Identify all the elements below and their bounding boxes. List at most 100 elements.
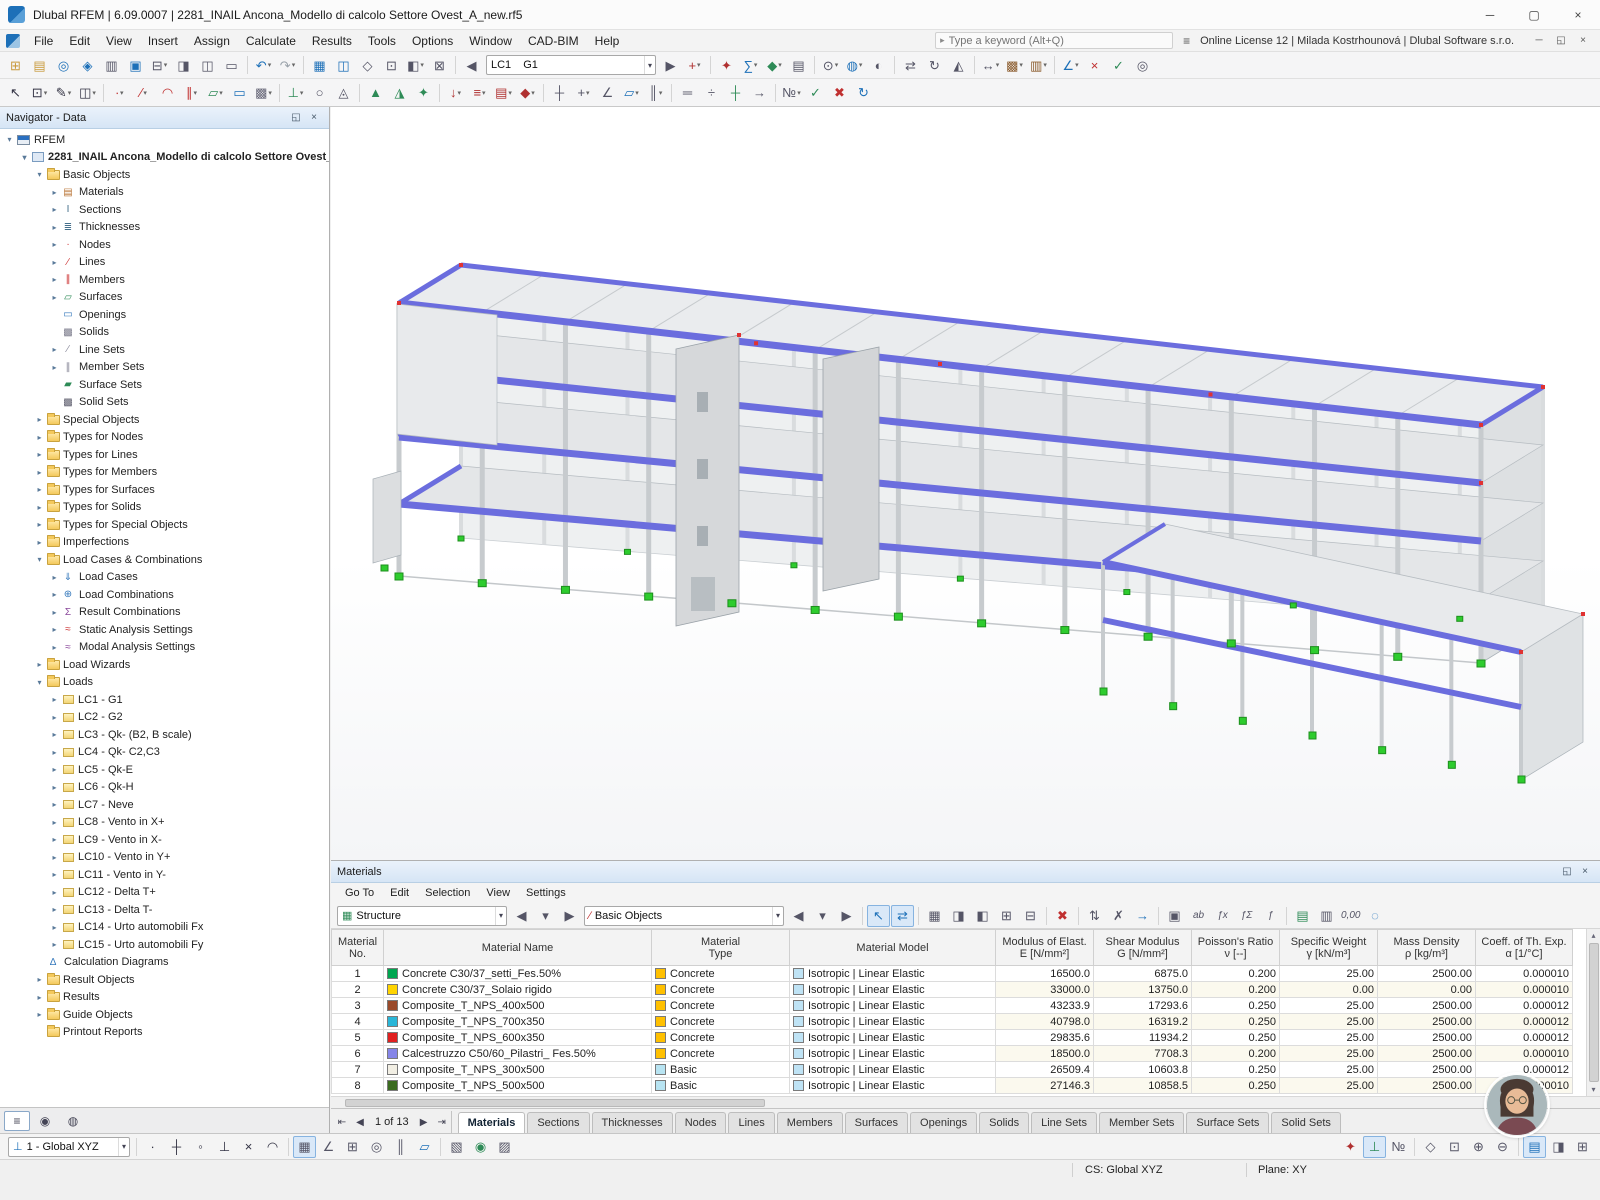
cell-material-type[interactable]: Concrete xyxy=(652,1030,790,1046)
expand-icon[interactable]: ▸ xyxy=(34,433,45,442)
tree-item-2281-inail-ancona-modello-di-calcolo-settore-ovest[interactable]: ▾2281_INAIL Ancona_Modello di calcolo Se… xyxy=(0,149,329,167)
snap-grid-toggle-button[interactable]: ┼ xyxy=(165,1136,188,1158)
cell-material-name[interactable]: Concrete C30/37_Solaio rigido xyxy=(384,982,652,998)
cell-thermal-exp[interactable]: 0.000012 xyxy=(1476,1030,1573,1046)
mdi-close-button[interactable]: × xyxy=(1572,31,1594,51)
menu-view[interactable]: View xyxy=(98,30,140,52)
navigator-data-tab[interactable]: ≡ xyxy=(4,1111,30,1131)
new-surface-load-button[interactable]: ▤▾ xyxy=(492,82,515,104)
import-table-button[interactable]: ◧ xyxy=(971,905,994,927)
mirror-button[interactable]: ◭ xyxy=(947,54,970,76)
next-page-button[interactable]: ▶ xyxy=(415,1112,433,1132)
cell-material-type[interactable]: Concrete xyxy=(652,998,790,1014)
tree-item-surface-sets[interactable]: ▰Surface Sets xyxy=(0,376,329,394)
polar-toggle-button[interactable]: ◎ xyxy=(365,1136,388,1158)
expand-icon[interactable]: ▸ xyxy=(49,730,60,739)
view-cube-button[interactable]: ◇ xyxy=(1419,1136,1442,1158)
tree-item-thicknesses[interactable]: ▸≣Thicknesses xyxy=(0,219,329,237)
prev-load-case-button[interactable]: ◀ xyxy=(460,54,483,76)
next-category-button[interactable]: ▶ xyxy=(835,905,858,927)
expand-icon[interactable]: ▸ xyxy=(49,188,60,197)
mdi-restore-button[interactable]: ◱ xyxy=(1550,31,1572,51)
cell-thermal-exp[interactable]: 0.000010 xyxy=(1476,966,1573,982)
zoom-fit-button[interactable]: ⊡ xyxy=(1443,1136,1466,1158)
table-horizontal-scrollbar[interactable] xyxy=(331,1096,1600,1108)
table-tab-members[interactable]: Members xyxy=(777,1112,843,1133)
tree-item-calculation-diagrams[interactable]: ∆Calculation Diagrams xyxy=(0,954,329,972)
expand-icon[interactable]: ▸ xyxy=(49,590,60,599)
tree-item-lc15-urto-automobili-fy[interactable]: ▸LC15 - Urto automobili Fy xyxy=(0,936,329,954)
load-case-combo[interactable]: LC1G1▾ xyxy=(486,55,656,75)
tree-item-types-for-special-objects[interactable]: ▸Types for Special Objects xyxy=(0,516,329,534)
table-list-button[interactable]: ▾ xyxy=(534,905,557,927)
hscroll-thumb[interactable] xyxy=(345,1099,765,1107)
formula-edit-button[interactable]: ƒ xyxy=(1259,905,1282,927)
new-free-load-button[interactable]: ◆▾ xyxy=(516,82,539,104)
expand-icon[interactable]: ▸ xyxy=(49,258,60,267)
cell-poisson[interactable]: 0.200 xyxy=(1192,966,1280,982)
expand-icon[interactable]: ▸ xyxy=(49,713,60,722)
collapse-icon[interactable]: ▾ xyxy=(19,153,30,162)
expand-icon[interactable]: ▸ xyxy=(49,275,60,284)
cell-modulus-e[interactable]: 27146.3 xyxy=(996,1078,1094,1094)
expand-icon[interactable]: ▸ xyxy=(49,205,60,214)
expand-icon[interactable]: ▸ xyxy=(49,223,60,232)
column-header-mass-density-kg-m[interactable]: Mass Densityρ [kg/m³] xyxy=(1378,930,1476,966)
table-tab-openings[interactable]: Openings xyxy=(910,1112,977,1133)
webservice-button[interactable]: ◈ xyxy=(76,54,99,76)
snap-node-button[interactable]: ∙ xyxy=(141,1136,164,1158)
cell-material-type[interactable]: Concrete xyxy=(652,1046,790,1062)
expand-icon[interactable]: ▸ xyxy=(34,450,45,459)
tree-item-load-cases[interactable]: ▸⇓Load Cases xyxy=(0,569,329,587)
divide-line-button[interactable]: ÷ xyxy=(700,82,723,104)
navigator-dock-button[interactable]: ◱ xyxy=(287,110,305,126)
print-button[interactable]: ⊟▾ xyxy=(148,54,171,76)
menu-file[interactable]: File xyxy=(26,30,61,52)
cell-shear-g[interactable]: 7708.3 xyxy=(1094,1046,1192,1062)
cell-specific-weight[interactable]: 25.00 xyxy=(1280,1014,1378,1030)
tree-item-lc4-qk-c2-c3[interactable]: ▸LC4 - Qk- C2,C3 xyxy=(0,744,329,762)
expand-icon[interactable]: ▸ xyxy=(49,643,60,652)
user-views-button[interactable]: ◐ xyxy=(867,54,890,76)
snap-grid-button[interactable]: ┼ xyxy=(548,82,571,104)
dimensions-button[interactable]: ↔▾ xyxy=(979,54,1002,76)
table-tab-thicknesses[interactable]: Thicknesses xyxy=(592,1112,673,1133)
export-button[interactable]: ◨ xyxy=(172,54,195,76)
collapse-icon[interactable]: ▾ xyxy=(34,678,45,687)
cell-mass-density[interactable]: 2500.00 xyxy=(1378,1062,1476,1078)
table-category-combo[interactable]: ∕Basic Objects▾ xyxy=(584,906,784,926)
cell-material-no[interactable]: 5 xyxy=(332,1030,384,1046)
cell-shear-g[interactable]: 10603.8 xyxy=(1094,1062,1192,1078)
export-table-button[interactable]: ◨ xyxy=(947,905,970,927)
expand-icon[interactable]: ▸ xyxy=(49,783,60,792)
cell-poisson[interactable]: 0.250 xyxy=(1192,1078,1280,1094)
materials-dock-button[interactable]: ◱ xyxy=(1558,864,1576,880)
next-load-case-button[interactable]: ▶ xyxy=(659,54,682,76)
delete-all-rows-button[interactable]: ✖ xyxy=(1051,905,1074,927)
calculate-button[interactable]: ∑▾ xyxy=(739,54,762,76)
expand-icon[interactable]: ▸ xyxy=(49,573,60,582)
object-info-button[interactable]: ◉ xyxy=(469,1136,492,1158)
coordinate-system-combo[interactable]: ⊥1 - Global XYZ▾ xyxy=(8,1137,130,1157)
tree-item-lc13-delta-t[interactable]: ▸LC13 - Delta T- xyxy=(0,901,329,919)
next-table-button[interactable]: ▶ xyxy=(558,905,581,927)
table-tab-surface-sets[interactable]: Surface Sets xyxy=(1186,1112,1269,1133)
scroll-up-icon[interactable]: ▴ xyxy=(1591,929,1595,942)
column-header-material-no[interactable]: MaterialNo. xyxy=(332,930,384,966)
tree-item-special-objects[interactable]: ▸Special Objects xyxy=(0,411,329,429)
generate-building-button[interactable]: ▲ xyxy=(364,82,387,104)
minimize-button[interactable]: ─ xyxy=(1468,0,1512,30)
tree-item-results[interactable]: ▸Results xyxy=(0,989,329,1007)
expand-icon[interactable]: ▸ xyxy=(49,363,60,372)
table-view-button[interactable]: ▦ xyxy=(923,905,946,927)
expand-icon[interactable]: ▸ xyxy=(49,905,60,914)
blocks-button[interactable]: ▩▾ xyxy=(1003,54,1026,76)
tree-item-lc2-g2[interactable]: ▸LC2 - G2 xyxy=(0,709,329,727)
expand-icon[interactable]: ▸ xyxy=(49,888,60,897)
cell-material-name[interactable]: Calcestruzzo C50/60_Pilastri_ Fes.50% xyxy=(384,1046,652,1062)
save-model-button[interactable]: ▣ xyxy=(124,54,147,76)
visibility-button[interactable]: ◍▾ xyxy=(843,54,866,76)
cell-thermal-exp[interactable]: 0.000010 xyxy=(1476,982,1573,998)
rename-cell-button[interactable]: ab xyxy=(1187,905,1210,927)
zoom-window-button[interactable]: ⊡ xyxy=(380,54,403,76)
